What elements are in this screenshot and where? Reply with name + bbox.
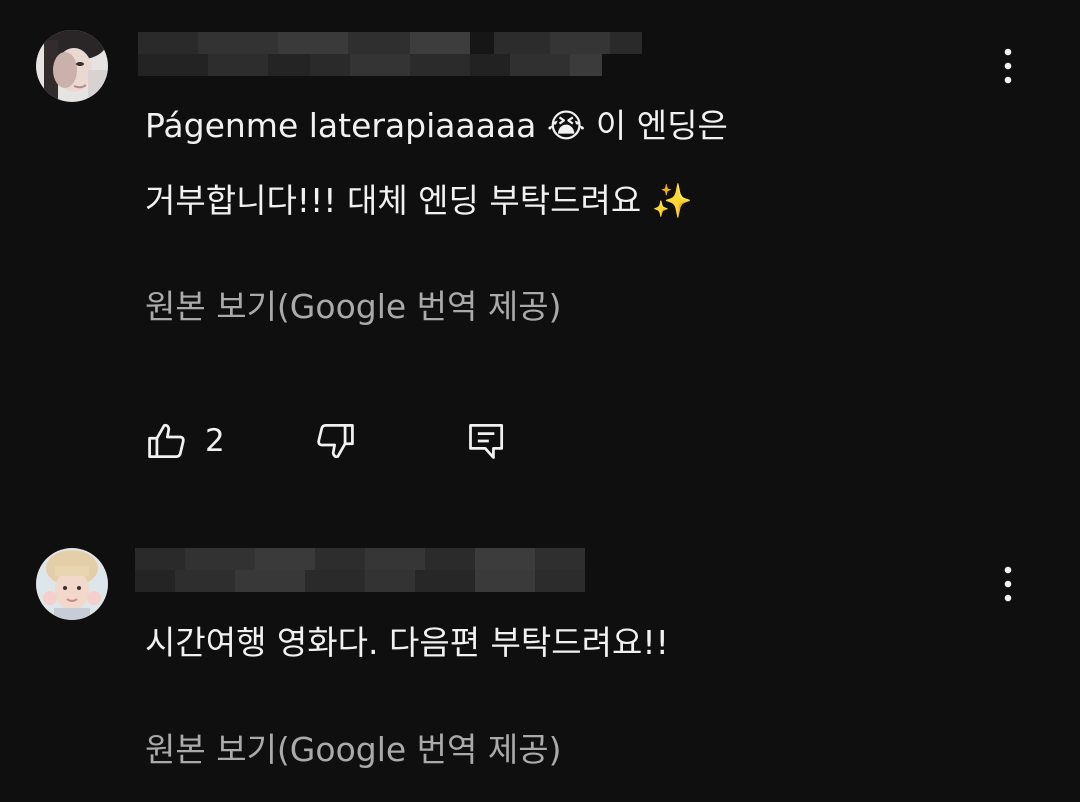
comment-menu-button[interactable] xyxy=(988,554,1028,614)
thumbs-up-icon xyxy=(148,423,185,458)
like-count: 2 xyxy=(205,423,225,459)
avatar-image xyxy=(36,30,108,102)
comment-text-line: 거부합니다!!! 대체 엔딩 부탁드려요 ✨ xyxy=(145,181,693,220)
dislike-button[interactable] xyxy=(313,419,357,463)
see-original-link[interactable]: 원본 보기(Google 번역 제공) xyxy=(145,280,561,328)
author-name-redacted[interactable] xyxy=(138,32,642,76)
more-vertical-icon xyxy=(1004,48,1012,84)
comment-text-line: 시간여행 영화다. 다음편 부탁드려요!! xyxy=(145,623,669,662)
pixelated-row xyxy=(135,570,585,592)
comment-action-bar: 2 xyxy=(145,416,509,466)
comment-menu-button[interactable] xyxy=(988,36,1028,96)
see-original-link[interactable]: 원본 보기(Google 번역 제공) xyxy=(145,723,561,771)
comment-text-line: Págenme laterapiaaaaa 😭 이 엔딩은 xyxy=(145,106,728,145)
reply-icon xyxy=(468,424,503,459)
reply-button[interactable] xyxy=(465,419,509,463)
author-avatar[interactable] xyxy=(36,548,108,620)
thumbs-down-icon xyxy=(317,424,354,459)
pixelated-row xyxy=(138,32,642,54)
comment-thread-1: Págenme laterapiaaaaa 😭 이 엔딩은 거부합니다!!! 대… xyxy=(0,0,1080,520)
author-avatar[interactable] xyxy=(36,30,108,102)
pixelated-row xyxy=(135,548,585,570)
more-vertical-icon xyxy=(1004,566,1012,602)
comment-thread-2: 시간여행 영화다. 다음편 부탁드려요!! 원본 보기(Google 번역 제공… xyxy=(0,520,1080,802)
avatar-image xyxy=(36,548,108,620)
author-name-redacted[interactable] xyxy=(135,548,585,592)
like-button[interactable]: 2 xyxy=(145,419,225,463)
pixelated-row xyxy=(138,54,642,76)
